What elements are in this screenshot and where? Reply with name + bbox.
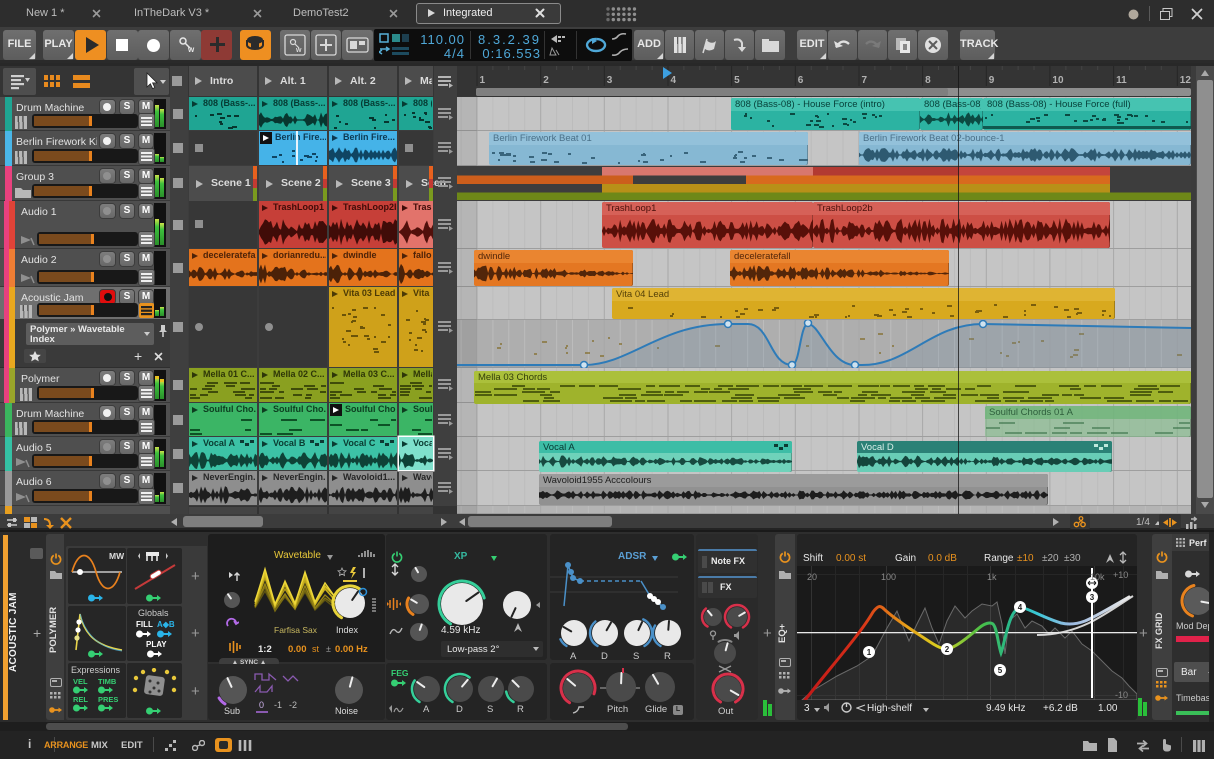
svg-text:10k: 10k	[1090, 572, 1105, 582]
svg-text:+10: +10	[1113, 570, 1128, 580]
svg-text:1: 1	[867, 648, 872, 657]
svg-text:100: 100	[881, 572, 896, 582]
svg-text:-10: -10	[1115, 690, 1128, 700]
svg-text:4: 4	[1018, 603, 1023, 612]
svg-text:5: 5	[998, 666, 1003, 675]
svg-text:Perf: Perf	[1189, 538, 1208, 548]
svg-text:w: w	[187, 45, 195, 54]
svg-text:20: 20	[807, 572, 817, 582]
svg-text:1k: 1k	[987, 572, 997, 582]
svg-text:w: w	[295, 47, 302, 54]
svg-text:3: 3	[1090, 593, 1095, 602]
svg-text:2: 2	[945, 645, 950, 654]
